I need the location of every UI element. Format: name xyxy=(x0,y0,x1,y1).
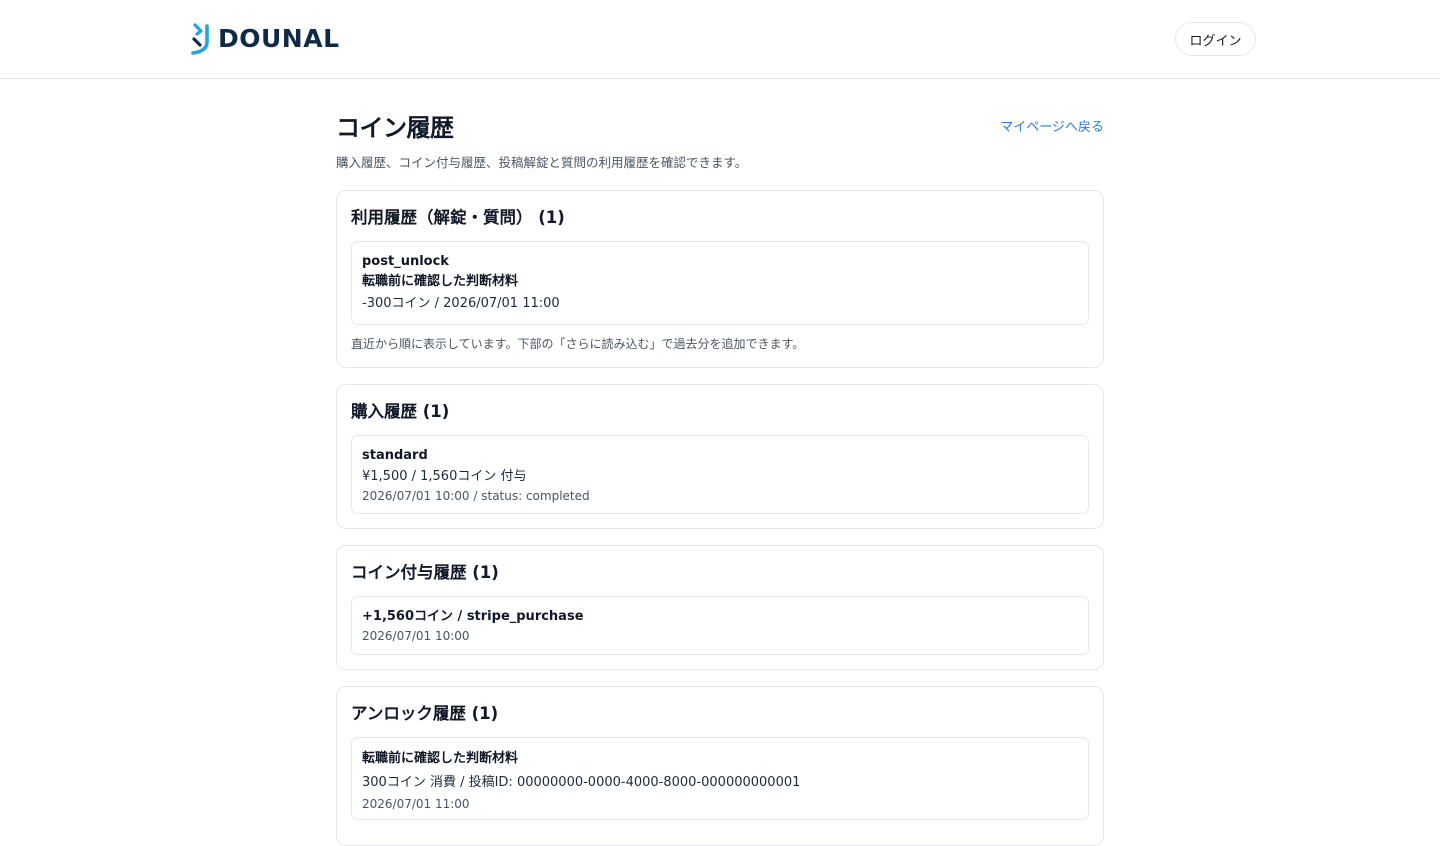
unlock-entry: 転職前に確認した判断材料 300コイン 消費 / 投稿ID: 00000000-… xyxy=(351,737,1089,820)
usage-entry-name: 転職前に確認した判断材料 xyxy=(362,274,519,289)
grant-history-title: コイン付与履歴 (1) xyxy=(351,563,499,582)
login-button[interactable]: ログイン xyxy=(1175,22,1256,56)
purchase-entry: standard ¥1,500 / 1,560コイン 付与 2026/07/01… xyxy=(351,435,1089,514)
grant-entry-summary: +1,560コイン / stripe_purchase xyxy=(362,609,584,624)
usage-entry-detail: -300コイン / 2026/07/01 11:00 xyxy=(362,296,560,311)
purchase-entry-detail: ¥1,500 / 1,560コイン 付与 xyxy=(362,469,527,484)
purchase-history-title: 購入履歴 (1) xyxy=(351,402,450,421)
purchase-entry-plan: standard xyxy=(362,448,428,463)
page-title: コイン履歴 xyxy=(336,114,454,142)
back-to-mypage-link[interactable]: マイページへ戻る xyxy=(1000,118,1104,138)
unlock-entry-meta: 2026/07/01 11:00 xyxy=(362,797,470,811)
grant-entry-meta: 2026/07/01 10:00 xyxy=(362,629,470,643)
purchase-entry-meta: 2026/07/01 10:00 / status: completed xyxy=(362,489,590,503)
main-content: コイン履歴 マイページへ戻る 購入履歴、コイン付与履歴、投稿解錠と質問の利用履歴… xyxy=(336,108,1104,846)
purchase-history-card: 購入履歴 (1) standard ¥1,500 / 1,560コイン 付与 2… xyxy=(336,384,1104,529)
usage-history-note: 直近から順に表示しています。下部の「さらに読み込む」で過去分を追加できます。 xyxy=(351,337,805,351)
usage-entry-type: post_unlock xyxy=(362,254,449,269)
grant-history-card: コイン付与履歴 (1) +1,560コイン / stripe_purchase … xyxy=(336,545,1104,670)
top-bar: DOUNAL ログイン xyxy=(0,0,1440,79)
unlock-history-title: アンロック履歴 (1) xyxy=(351,704,499,723)
usage-history-card: 利用履歴（解錠・質問） (1) post_unlock 転職前に確認した判断材料… xyxy=(336,190,1104,368)
logo-text: DOUNAL xyxy=(218,24,340,53)
page-subtitle: 購入履歴、コイン付与履歴、投稿解錠と質問の利用履歴を確認できます。 xyxy=(336,155,748,170)
logo[interactable]: DOUNAL xyxy=(190,22,340,56)
grant-entry: +1,560コイン / stripe_purchase 2026/07/01 1… xyxy=(351,596,1089,655)
title-row: コイン履歴 マイページへ戻る xyxy=(336,108,1104,148)
logo-mark-icon xyxy=(191,23,209,55)
usage-history-title: 利用履歴（解錠・質問） (1) xyxy=(351,208,565,227)
unlock-entry-name: 転職前に確認した判断材料 xyxy=(362,751,519,766)
usage-entry: post_unlock 転職前に確認した判断材料 -300コイン / 2026/… xyxy=(351,241,1089,325)
unlock-entry-detail: 300コイン 消費 / 投稿ID: 00000000-0000-4000-800… xyxy=(362,775,801,790)
unlock-history-card: アンロック履歴 (1) 転職前に確認した判断材料 300コイン 消費 / 投稿I… xyxy=(336,686,1104,846)
